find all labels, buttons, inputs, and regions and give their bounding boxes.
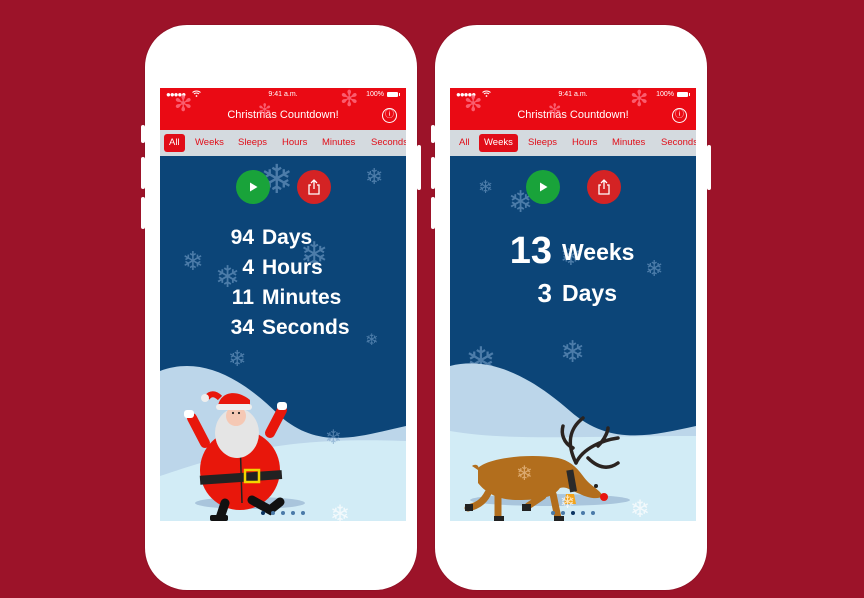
info-icon[interactable]: ⓘ [382,108,397,123]
battery-icon [677,92,690,97]
app-screen: ●●●●● 9:41 a.m. 100% Christmas Countdown… [160,88,406,521]
status-bar: ●●●●● 9:41 a.m. 100% [160,88,406,103]
status-bar: ●●●●● 9:41 a.m. 100% [450,88,696,103]
tab-all[interactable]: All [164,134,185,152]
phone-mockup-right: ●●●●● 9:41 a.m. 100% Christmas Countdown… [431,25,711,590]
countdown-value: 4 [242,256,254,279]
play-icon [540,182,548,192]
battery-percent: 100% [366,91,384,98]
share-button[interactable] [297,170,331,204]
countdown-unit: Weeks [562,239,635,265]
countdown-unit: Hours [262,256,323,279]
tab-hours[interactable]: Hours [567,134,602,152]
tab-weeks[interactable]: Weeks [479,134,518,152]
play-button[interactable] [526,170,560,204]
app-title: Christmas Countdown! [227,109,339,121]
play-button[interactable] [236,170,270,204]
svg-text:❄: ❄ [516,463,533,485]
countdown-value: 11 [231,286,254,309]
app-title: Christmas Countdown! [517,109,629,121]
countdown-value: 34 [230,316,254,339]
tab-seconds[interactable]: Seconds [656,134,696,152]
phone-side-button [141,125,145,143]
snowflake-icon: ❄ [645,256,664,281]
tab-bar: All Weeks Sleeps Hours Minutes Seconds [160,130,406,156]
countdown-unit: Days [262,226,313,249]
app-screen: ●●●●● 9:41 a.m. 100% Christmas Countdown… [450,88,696,521]
phone-volume-up [431,157,435,189]
page-dot[interactable] [571,511,575,515]
page-dot[interactable] [561,511,565,515]
snowflake-icon: ❄ [365,332,379,349]
page-dot[interactable] [291,511,295,515]
countdown-value: 94 [230,226,254,249]
tab-weeks[interactable]: Weeks [190,134,229,152]
countdown-value: 13 [509,230,552,272]
nav-bar: Christmas Countdown! ⓘ [160,103,406,130]
reindeer-illustration: ❄ [464,416,620,521]
battery-icon [387,92,400,97]
page-indicator [450,511,696,515]
share-icon [598,179,610,195]
page-indicator [160,511,406,515]
page-dot[interactable] [551,511,555,515]
page-dot[interactable] [261,511,265,515]
phone-volume-down [431,197,435,229]
page-dot[interactable] [581,511,585,515]
info-icon[interactable]: ⓘ [672,108,687,123]
phone-side-button [431,125,435,143]
phone-volume-down [141,197,145,229]
tab-minutes[interactable]: Minutes [607,134,650,152]
phone-volume-up [141,157,145,189]
countdown-value: 3 [537,278,552,308]
share-icon [308,179,320,195]
nav-bar: Christmas Countdown! ⓘ [450,103,696,130]
countdown-unit: Days [562,280,617,306]
play-icon [250,182,258,192]
tab-hours[interactable]: Hours [277,134,312,152]
phone-power-button [417,145,421,190]
share-button[interactable] [587,170,621,204]
action-buttons [160,170,406,204]
page-dot[interactable] [301,511,305,515]
countdown-unit: Seconds [262,316,350,339]
phone-mockup-left: ●●●●● 9:41 a.m. 100% Christmas Countdown… [141,25,421,590]
countdown-unit: Minutes [262,286,342,309]
action-buttons [450,170,696,204]
tab-sleeps[interactable]: Sleeps [233,134,272,152]
battery-percent: 100% [656,91,674,98]
santa-illustration [184,391,287,521]
tab-bar: All Weeks Sleeps Hours Minutes Seconds [450,130,696,156]
page-dot[interactable] [271,511,275,515]
tab-sleeps[interactable]: Sleeps [523,134,562,152]
phone-power-button [707,145,711,190]
tab-all[interactable]: All [454,134,475,152]
page-dot[interactable] [281,511,285,515]
page-dot[interactable] [591,511,595,515]
tab-minutes[interactable]: Minutes [317,134,360,152]
tab-seconds[interactable]: Seconds [366,134,406,152]
